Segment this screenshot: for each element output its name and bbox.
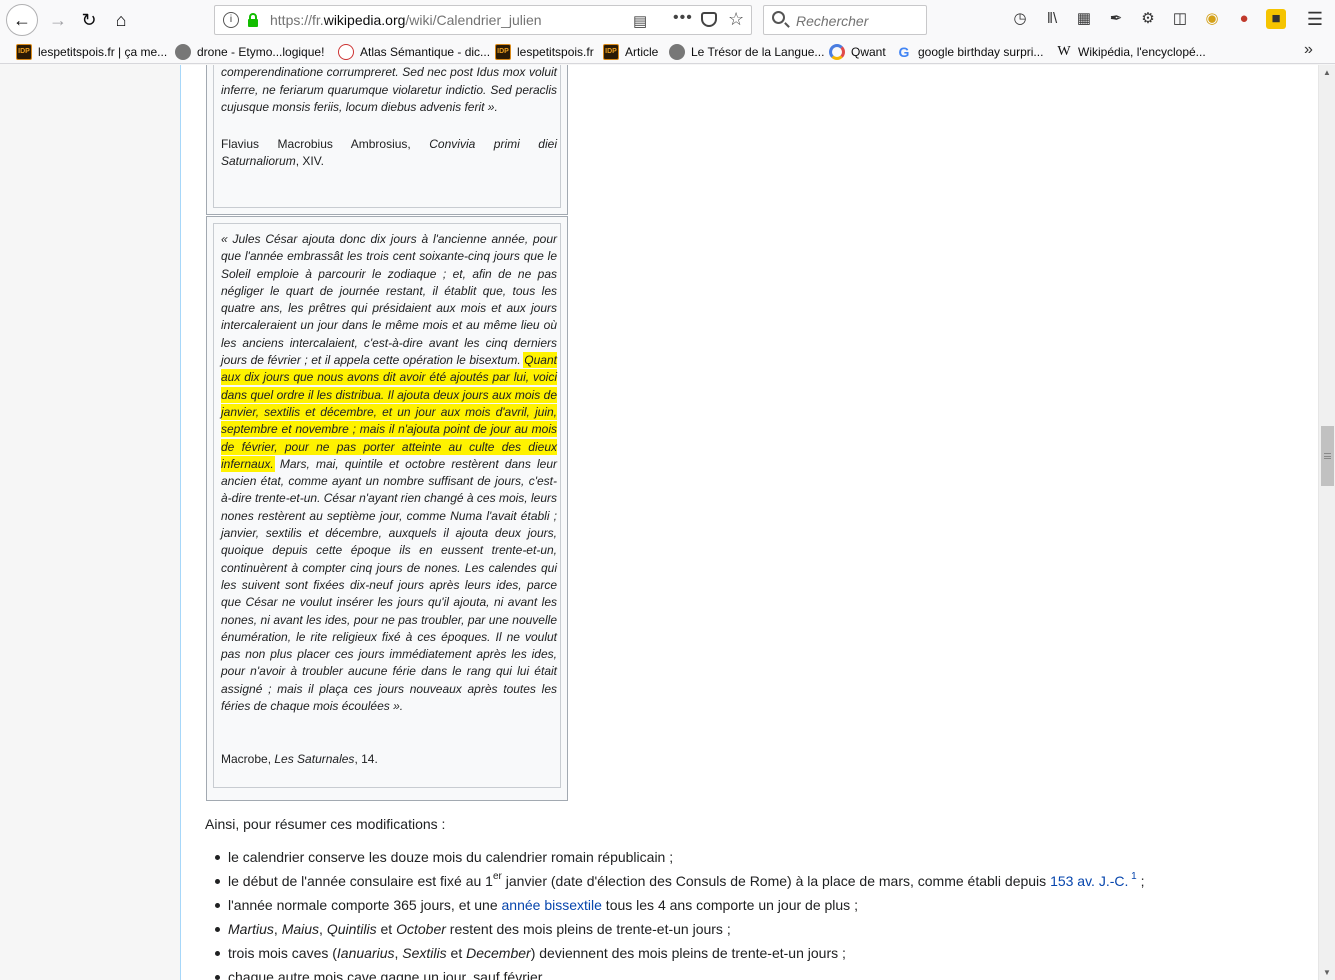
url-text[interactable]: https://fr.wikipedia.org/wiki/Calendrier… [270,12,542,28]
bookmark-label: Qwant [851,45,886,59]
list-item: chaque autre mois cave gagne un jour, sa… [205,965,1145,980]
quote-box: « Jules César ajouta donc dix jours à l'… [206,216,568,801]
quote-attribution: Flavius Macrobius Ambrosius, Convivia pr… [221,137,557,169]
pocket-icon[interactable] [701,12,717,27]
extension-lock-icon[interactable]: ■ [1266,9,1286,29]
bookmark-label: google birthday surpri... [918,45,1044,59]
settings-gear-icon[interactable]: ⚙ [1138,9,1158,29]
globe-icon [175,44,191,60]
article-content: Iduum religionem, quae stato erant die, … [180,65,1318,980]
lespetitspois-icon: IDP [603,44,619,60]
bookmark-item[interactable]: IDP lespetitspois.fr | ça me... [16,43,167,61]
scroll-up-arrow-icon[interactable]: ▲ [1323,68,1331,77]
vertical-scrollbar[interactable]: ▲ ▼ [1318,65,1335,980]
bookmark-label: Article [625,45,659,59]
atlas-icon [338,44,354,60]
bookmark-label: lespetitspois.fr | ça me... [38,45,168,59]
bookmark-item[interactable]: W Wikipédia, l'encyclopé... [1056,43,1206,61]
extension-globe-icon[interactable]: ◉ [1202,9,1222,29]
globe-icon [669,44,685,60]
search-icon [772,11,785,24]
pen-icon[interactable]: ✒ [1106,9,1126,29]
page-viewport: Iduum religionem, quae stato erant die, … [0,65,1318,980]
bookmark-item[interactable]: Qwant [829,43,886,61]
bookmark-item[interactable]: G google birthday surpri... [896,43,1044,61]
reader-view-icon[interactable]: ▤ [633,12,647,30]
bookmark-item[interactable]: Atlas Sémantique - dic... [338,43,490,61]
footnote-link[interactable]: 1 [1128,871,1137,882]
quote-inner: « Jules César ajouta donc dix jours à l'… [213,223,561,788]
lespetitspois-icon: IDP [495,44,511,60]
summary-list: le calendrier conserve les douze mois du… [205,845,1145,980]
bookmark-star-icon[interactable]: ☆ [728,9,744,30]
bookmarks-toolbar: IDP lespetitspois.fr | ça me... drone - … [0,40,1335,64]
search-input[interactable]: Rechercher [763,5,927,35]
search-placeholder: Rechercher [796,13,869,29]
bookmark-label: lespetitspois.fr [517,45,594,59]
summary-intro: Ainsi, pour résumer ces modifications : [205,816,446,832]
lespetitspois-icon: IDP [16,44,32,60]
browser-toolbar: ← → ↻ ⌂ i https://fr.wikipedia.org/wiki/… [0,0,1335,40]
bookmark-label: drone - Etymo...logique! [197,45,325,59]
back-arrow-icon[interactable]: ← [6,4,38,36]
home-icon[interactable]: ⌂ [105,4,137,36]
bookmark-item[interactable]: IDP lespetitspois.fr [495,43,594,61]
qwant-icon [829,44,845,60]
bookmark-label: Le Trésor de la Langue... [691,45,825,59]
sidebar-icon[interactable]: ◫ [1170,9,1190,29]
wikipedia-icon: W [1057,44,1071,59]
reload-icon[interactable]: ↻ [73,4,105,36]
scroll-down-arrow-icon[interactable]: ▼ [1323,968,1331,977]
history-clock-icon[interactable]: ◷ [1010,9,1030,29]
bookmark-item[interactable]: IDP Article [603,43,658,61]
scrollbar-thumb[interactable] [1321,426,1334,486]
list-item: l'année normale comporte 365 jours, et u… [205,893,1145,917]
forward-arrow-icon[interactable]: → [42,4,74,36]
quote-box: Iduum religionem, quae stato erant die, … [206,65,568,215]
extension-dots-icon[interactable]: ● [1234,9,1254,29]
library-icon[interactable]: ‖\ [1042,9,1062,29]
list-item: le début de l'année consulaire est fixé … [205,869,1145,893]
quote-text: Iduum religionem, quae stato erant die, … [221,65,557,114]
list-item: trois mois caves (Ianuarius, Sextilis et… [205,941,1145,965]
bookmark-item[interactable]: drone - Etymo...logique! [175,43,324,61]
google-icon: G [898,44,910,60]
menu-hamburger-icon[interactable]: ☰ [1305,9,1325,29]
quote-inner: Iduum religionem, quae stato erant die, … [213,65,561,208]
screenshot-icon[interactable]: ▦ [1074,9,1094,29]
bookmark-item[interactable]: Le Trésor de la Langue... [669,43,824,61]
list-item: le calendrier conserve les douze mois du… [205,845,1145,869]
quote-text: « Jules César ajouta donc dix jours à l'… [221,232,557,714]
page-actions-icon[interactable]: ••• [673,9,693,27]
bookmark-label: Wikipédia, l'encyclopé... [1078,45,1206,59]
date-link[interactable]: 153 av. J.-C. [1050,873,1128,889]
more-bookmarks-chevron-icon[interactable]: » [1304,41,1313,59]
leap-year-link[interactable]: année bissextile [502,897,602,913]
quote-attribution: Macrobe, Les Saturnales, 14. [221,752,378,766]
info-icon[interactable]: i [223,12,239,28]
list-item: Martius, Maius, Quintilis et October res… [205,917,1145,941]
lock-icon [248,13,258,27]
highlighted-text: Quant aux dix jours que nous avons dit a… [221,353,557,471]
bookmark-label: Atlas Sémantique - dic... [360,45,491,59]
url-bar[interactable]: i https://fr.wikipedia.org/wiki/Calendri… [214,5,752,35]
